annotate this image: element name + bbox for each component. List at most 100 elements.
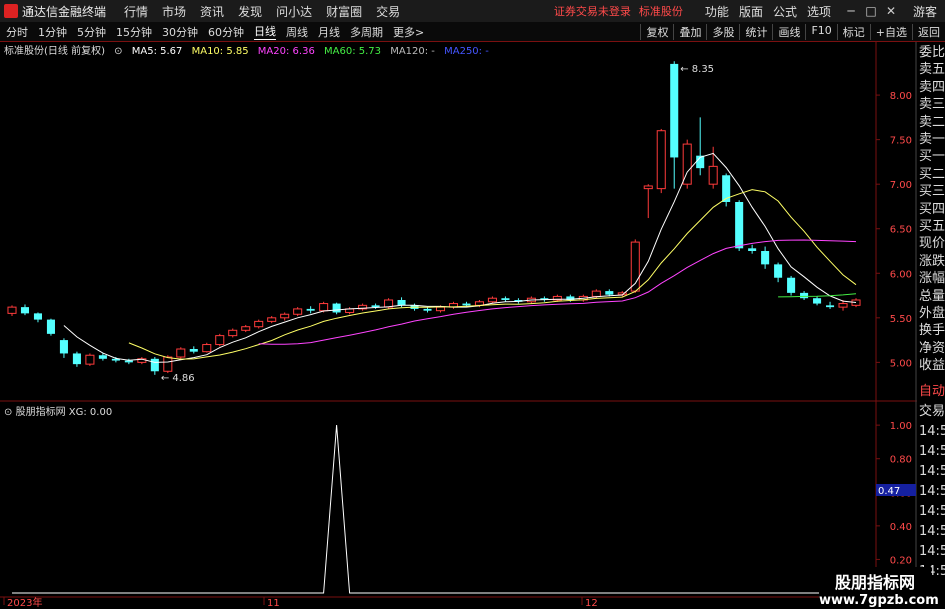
menu-ask[interactable]: 问小达 — [276, 3, 312, 20]
trade-field-label: 交易 — [919, 404, 945, 419]
quote-field-label: 现价 — [919, 236, 945, 252]
kline-chart[interactable]: ← 8.35 ← 4.86 5.00 5.50 6.00 6.50 7.00 7.50 8.0… — [0, 0, 945, 609]
candle-body-up — [358, 304, 368, 310]
menu-formula[interactable]: 公式 — [773, 3, 797, 20]
quote-field-label: 换手 — [919, 323, 945, 339]
candle-body-up — [384, 299, 394, 308]
quote-field-label: 买三 — [919, 184, 945, 200]
period-tab-monthly[interactable]: 月线 — [318, 24, 340, 40]
tool-f10[interactable]: F10 — [805, 23, 836, 40]
indicator-legend: ⊙ 股朋指标网 XG: 0.00 — [4, 403, 112, 418]
indicator-value: XG: 0.00 — [68, 407, 113, 418]
candle-body-down — [371, 305, 380, 308]
candle-body-down — [306, 308, 315, 311]
maximize-icon[interactable]: □ — [861, 4, 881, 18]
candle-body-down — [20, 307, 30, 314]
trade-time-label: 14:56 — [919, 504, 945, 519]
tool-draw-line[interactable]: 画线 — [772, 23, 805, 40]
close-icon[interactable]: ✕ — [881, 4, 901, 18]
period-tab-60min[interactable]: 60分钟 — [208, 24, 244, 40]
ma10-line — [128, 189, 857, 360]
candle-body-down — [670, 63, 679, 158]
menu-wealth[interactable]: 财富圈 — [326, 3, 362, 20]
candle-body-up — [7, 306, 17, 314]
candle-body-up — [630, 241, 640, 292]
candle-body-down — [696, 155, 705, 169]
candle-body-down — [397, 300, 406, 306]
y-tick-label: 0.40 — [890, 522, 912, 533]
menu-trade[interactable]: 交易 — [376, 3, 400, 20]
login-warning[interactable]: 证券交易未登录 — [554, 3, 631, 19]
candle-body-up — [254, 320, 264, 328]
y-tick-label: 5.00 — [890, 358, 912, 369]
candle-body-up — [163, 356, 173, 372]
trade-time-label: 14:56 — [919, 544, 945, 559]
current-value-label: 0.47 — [878, 486, 900, 497]
watermark-title: 股朋指标网 — [834, 573, 915, 592]
candle-body-up — [319, 303, 329, 312]
quote-panel: 委比 卖五 卖四 卖三 卖二 卖一 买一 买二 买三 买四 买五 现价 涨跌 涨幅 总量 外盘 换手 净资 收益 自动… — [917, 44, 945, 599]
menu-quotes[interactable]: 行情 — [124, 3, 148, 20]
candle-body-up — [643, 185, 653, 190]
candle-body-down — [111, 358, 120, 361]
period-tab-timeshare[interactable]: 分时 — [6, 24, 28, 40]
quote-field-label: 净资 — [919, 340, 945, 356]
period-tab-30min[interactable]: 30分钟 — [162, 24, 198, 40]
candle-body-up — [578, 295, 588, 301]
menu-functions[interactable]: 功能 — [705, 3, 729, 20]
y-tick-label: 6.50 — [890, 225, 912, 236]
legend-toggle-icon[interactable]: ⊙ — [114, 46, 122, 57]
period-tab-15min[interactable]: 15分钟 — [116, 24, 152, 40]
guest-user[interactable]: 游客 — [913, 3, 937, 20]
candle-body-down — [124, 360, 133, 363]
price-annotation: ← 8.35 — [680, 64, 714, 75]
period-tab-daily[interactable]: 日线 — [254, 23, 276, 40]
tool-mark[interactable]: 标记 — [836, 23, 870, 40]
tool-overlay[interactable]: 叠加 — [673, 23, 706, 40]
x-tick-label: 11 — [267, 598, 280, 609]
candle-body-up — [708, 165, 718, 185]
menu-options[interactable]: 选项 — [807, 3, 831, 20]
tool-back[interactable]: 返回 — [912, 23, 945, 40]
ma5-label: MA5: 5.67 — [131, 46, 183, 57]
watermark-url: www.7gpzb.com — [819, 593, 939, 608]
indicator-title: 股朋指标网 — [15, 407, 66, 418]
menu-market[interactable]: 市场 — [162, 3, 186, 20]
indicator-toggle-icon[interactable]: ⊙ — [4, 407, 12, 418]
candle-body-down — [501, 298, 510, 300]
candle-body-up — [176, 348, 186, 358]
candle-body-up — [241, 326, 251, 331]
menu-news[interactable]: 资讯 — [200, 3, 224, 20]
y-tick-label: 6.00 — [890, 269, 912, 280]
app-name: 通达信金融终端 — [22, 4, 107, 19]
quote-field-label: 卖一 — [919, 132, 945, 147]
minimize-icon[interactable]: ─ — [841, 4, 861, 18]
tool-restore-rights[interactable]: 复权 — [640, 23, 673, 40]
candle-body-down — [826, 305, 835, 308]
candle-body-down — [605, 291, 614, 295]
tool-add-watchlist[interactable]: +自选 — [869, 23, 912, 40]
period-tab-weekly[interactable]: 周线 — [286, 24, 308, 40]
period-tab-1min[interactable]: 1分钟 — [38, 24, 67, 40]
period-tab-more[interactable]: 更多> — [393, 24, 424, 40]
candle-body-down — [774, 264, 783, 278]
menu-layout[interactable]: 版面 — [739, 3, 763, 20]
app-logo-icon — [4, 4, 18, 18]
ma60-label: MA60: 5.73 — [324, 46, 382, 57]
tool-multi-stock[interactable]: 多股 — [706, 23, 739, 40]
quote-field-label: 卖四 — [919, 79, 945, 95]
quote-field-label: 卖三 — [919, 97, 945, 113]
candle-body-down — [189, 349, 198, 352]
candle-body-up — [345, 308, 355, 313]
candle-body-up — [526, 297, 536, 303]
period-tab-multi[interactable]: 多周期 — [350, 24, 383, 40]
current-value-box — [876, 484, 916, 496]
trade-time-label: 14:56 — [919, 484, 945, 499]
tool-statistics[interactable]: 统计 — [739, 23, 772, 40]
candle-body-down — [423, 308, 432, 311]
candle-body-down — [761, 251, 770, 265]
candle-body-down — [735, 202, 744, 249]
menu-discover[interactable]: 发现 — [238, 3, 262, 20]
candle-body-up — [137, 358, 147, 363]
period-tab-5min[interactable]: 5分钟 — [77, 24, 106, 40]
